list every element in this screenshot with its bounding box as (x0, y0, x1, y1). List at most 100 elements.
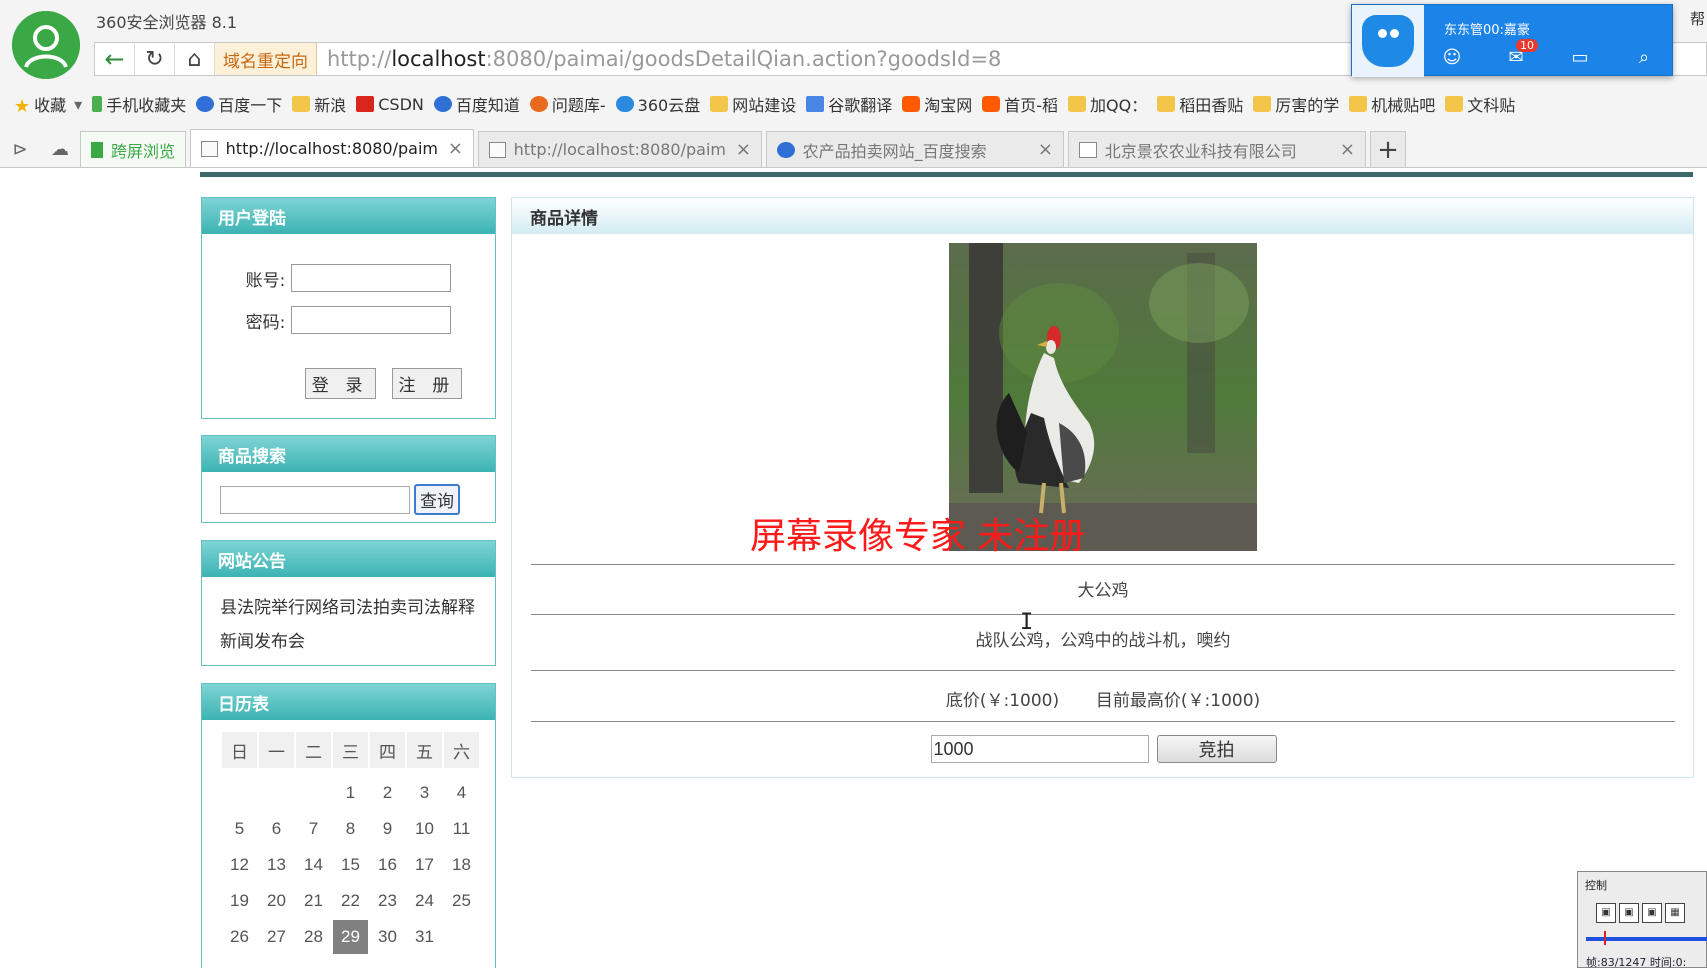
search-input[interactable] (220, 485, 410, 514)
bookmark-item[interactable]: 稻田香贴 (1157, 92, 1243, 116)
cloud-icon[interactable]: ☁ (40, 131, 80, 167)
calendar-day[interactable]: 19 (222, 884, 257, 918)
new-tab-button[interactable]: + (1370, 131, 1407, 167)
calendar-day[interactable]: 26 (222, 920, 257, 954)
close-icon[interactable]: × (736, 139, 751, 160)
bookmark-item[interactable]: 淘宝网 (902, 92, 972, 116)
window-icon[interactable]: ▭ (1570, 47, 1590, 68)
calendar-day[interactable]: 7 (296, 812, 331, 846)
browser-title: 360安全浏览器 8.1 (96, 13, 238, 32)
calendar-weekday: 四 (370, 732, 405, 768)
calendar-day[interactable]: 2 (370, 776, 405, 810)
mail-icon[interactable]: ✉ 10 (1506, 39, 1538, 68)
calendar-day[interactable]: 6 (259, 812, 294, 846)
progress-marker[interactable] (1604, 931, 1606, 945)
bookmark-item[interactable]: 问题库- (529, 92, 606, 116)
calendar-day[interactable]: 16 (370, 848, 405, 882)
notification-popup[interactable]: 东东管00:嘉豪 ☺ ✉ 10 ▭ ⌕ (1351, 4, 1673, 77)
calendar-day[interactable]: 20 (259, 884, 294, 918)
bookmark-item[interactable]: 厉害的学 (1253, 92, 1339, 116)
home-icon[interactable]: ⌂ (175, 43, 215, 75)
recorder-control-window[interactable]: 控制 ▣ ▣ ▣ ▦ 帧:83/1247 时间:0: (1577, 871, 1707, 968)
calendar-day[interactable]: 10 (407, 812, 442, 846)
calendar-day[interactable]: 29 (333, 920, 368, 954)
bookmark-label: 问题库- (551, 96, 606, 115)
calendar-day[interactable]: 31 (407, 920, 442, 954)
bookmark-item[interactable]: 谷歌翻译 (806, 92, 892, 116)
tab-cross-screen[interactable]: 跨屏浏览 (80, 131, 187, 167)
calendar-day[interactable]: 24 (407, 884, 442, 918)
tab-baidu-search[interactable]: 农产品拍卖网站_百度搜索 × (766, 131, 1065, 167)
rewind-icon[interactable]: ▣ (1596, 903, 1616, 923)
user-avatar[interactable] (12, 11, 80, 79)
account-input[interactable] (291, 264, 452, 292)
goods-detail-title: 商品详情 (512, 198, 1693, 234)
calendar-day[interactable]: 1 (333, 776, 368, 810)
calendar-day[interactable]: 3 (407, 776, 442, 810)
url-text[interactable]: http://localhost:8080/paimai/goodsDetail… (317, 47, 1001, 71)
recorder-title: 控制 (1585, 879, 1607, 892)
bookmark-label: 百度一下 (218, 96, 283, 115)
folder-icon (1253, 96, 1272, 112)
password-input[interactable] (291, 306, 452, 334)
text-cursor-icon: I (1020, 610, 1034, 635)
bookmark-item[interactable]: 百度知道 (433, 92, 520, 116)
calendar-day[interactable]: 14 (296, 848, 331, 882)
sidebar-toggle-icon[interactable]: ⊳ (0, 131, 40, 167)
bookmark-item[interactable]: 新浪 (292, 92, 346, 116)
calendar-day[interactable]: 9 (370, 812, 405, 846)
calendar-day[interactable]: 21 (296, 884, 331, 918)
calendar-day[interactable]: 5 (222, 812, 257, 846)
close-icon[interactable]: × (448, 138, 463, 159)
chevron-down-icon[interactable]: ▾ (74, 95, 82, 114)
tab-company[interactable]: 北京景农农业科技有限公司 × (1068, 131, 1367, 167)
refresh-icon[interactable]: ↻ (135, 43, 175, 75)
calendar-day[interactable]: 12 (222, 848, 257, 882)
calendar-day[interactable]: 13 (259, 848, 294, 882)
settings-icon[interactable]: ▦ (1665, 903, 1685, 923)
calendar-day[interactable]: 4 (444, 776, 479, 810)
calendar-day[interactable]: 8 (333, 812, 368, 846)
csdn-icon (356, 96, 375, 112)
bookmark-item[interactable]: 加QQ： (1068, 92, 1147, 116)
translate-icon (806, 96, 825, 112)
login-button[interactable]: 登 录 (304, 368, 376, 399)
pause-icon[interactable]: ▣ (1619, 903, 1639, 923)
mascot-icon (1352, 5, 1424, 77)
bookmark-item[interactable]: ★ 收藏 ▾ (14, 92, 82, 118)
tab-localhost[interactable]: http://localhost:8080/paimai/ × (478, 131, 763, 167)
bookmark-item[interactable]: CSDN (356, 95, 424, 114)
calendar-day[interactable]: 11 (444, 812, 479, 846)
bookmark-label: 文科贴 (1467, 96, 1516, 115)
search-icon[interactable]: ⌕ (1634, 47, 1654, 68)
bookmark-item[interactable]: 网站建设 (710, 92, 796, 116)
bookmark-item[interactable]: 百度一下 (196, 92, 282, 116)
bid-input[interactable] (930, 735, 1149, 763)
bookmark-item[interactable]: 文科贴 (1445, 92, 1515, 116)
bookmark-item[interactable]: 首页-稻 (982, 92, 1058, 116)
calendar-day[interactable]: 25 (444, 884, 479, 918)
tab-goods-detail[interactable]: http://localhost:8080/paimai/ × (190, 129, 475, 167)
calendar-day[interactable]: 22 (333, 884, 368, 918)
calendar-day[interactable]: 17 (407, 848, 442, 882)
stop-icon[interactable]: ▣ (1642, 903, 1662, 923)
bookmark-item[interactable]: 机械贴吧 (1349, 92, 1435, 116)
calendar-day[interactable]: 23 (370, 884, 405, 918)
help-menu[interactable]: 帮 (1690, 8, 1705, 29)
calendar-day[interactable]: 30 (370, 920, 405, 954)
notice-text[interactable]: 县法院举行网络司法拍卖司法解释新闻发布会 (202, 577, 495, 673)
calendar-day[interactable]: 18 (444, 848, 479, 882)
bookmark-item[interactable]: 手机收藏夹 (92, 92, 186, 116)
calendar-day[interactable]: 27 (259, 920, 294, 954)
search-button[interactable]: 查询 (414, 484, 460, 515)
register-button[interactable]: 注 册 (391, 368, 463, 399)
calendar-title: 日历表 (202, 684, 495, 720)
bid-button[interactable]: 竞拍 (1156, 735, 1277, 763)
calendar-day[interactable]: 28 (296, 920, 331, 954)
calendar-day[interactable]: 15 (333, 848, 368, 882)
bookmark-item[interactable]: 360云盘 (615, 92, 700, 116)
close-icon[interactable]: × (1340, 139, 1355, 160)
close-icon[interactable]: × (1038, 139, 1053, 160)
back-icon[interactable]: ← (95, 43, 135, 75)
chat-icon[interactable]: ☺ (1442, 47, 1462, 68)
